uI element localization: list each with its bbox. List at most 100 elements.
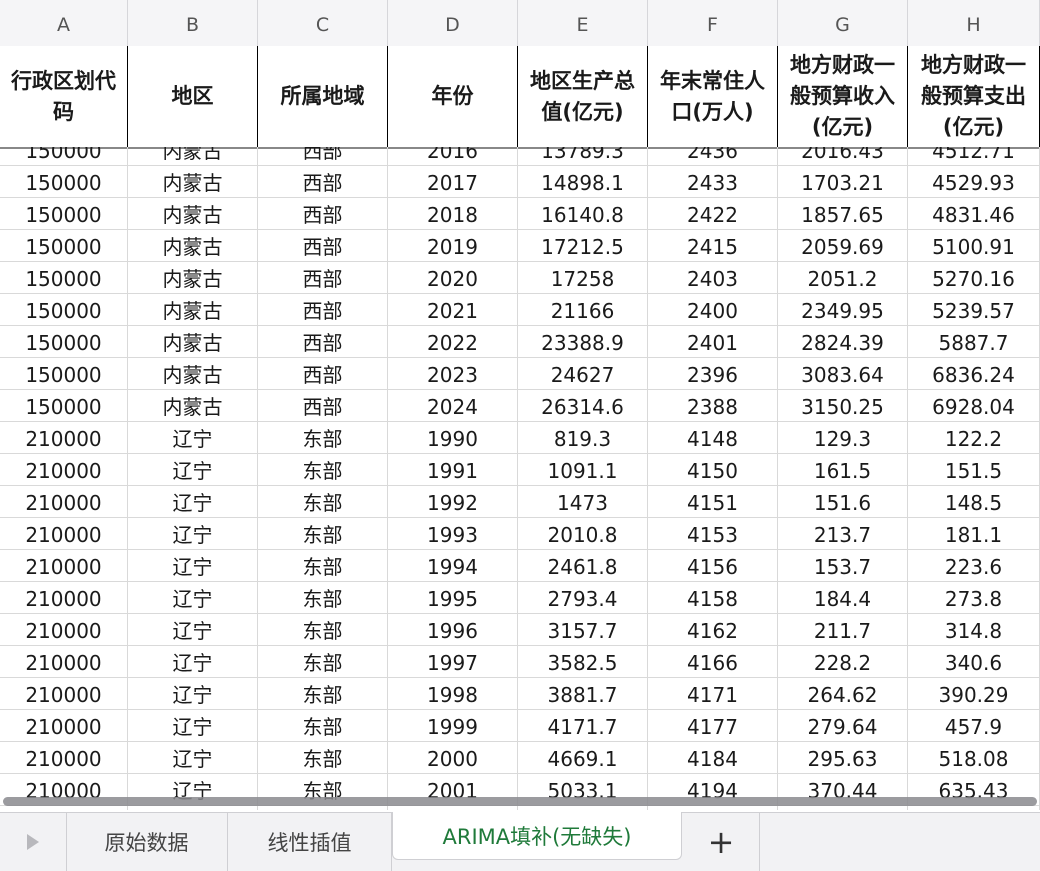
table-cell[interactable]: 4150 — [648, 454, 778, 486]
table-cell[interactable]: 273.8 — [908, 582, 1040, 614]
table-cell[interactable]: 4184 — [648, 742, 778, 774]
column-letter[interactable]: A — [0, 0, 128, 46]
table-cell[interactable]: 210000 — [0, 486, 128, 518]
table-cell[interactable]: 17212.5 — [518, 230, 648, 262]
table-cell[interactable]: 26314.6 — [518, 390, 648, 422]
table-cell[interactable]: 辽宁 — [128, 678, 258, 710]
table-cell[interactable]: 2349.95 — [778, 294, 908, 326]
table-cell[interactable]: 东部 — [258, 550, 388, 582]
table-cell[interactable]: 东部 — [258, 518, 388, 550]
table-cell[interactable]: 1997 — [388, 646, 518, 678]
table-cell[interactable]: 2433 — [648, 166, 778, 198]
table-cell[interactable]: 西部 — [258, 358, 388, 390]
horizontal-scrollbar[interactable] — [3, 797, 1037, 806]
table-cell[interactable]: 161.5 — [778, 454, 908, 486]
table-cell[interactable]: 辽宁 — [128, 646, 258, 678]
table-cell[interactable]: 2020 — [388, 262, 518, 294]
column-letter[interactable]: G — [778, 0, 908, 46]
table-cell[interactable]: 东部 — [258, 806, 388, 810]
table-cell[interactable]: 1990 — [388, 422, 518, 454]
table-cell[interactable]: 3150.25 — [778, 390, 908, 422]
table-cell[interactable]: 辽宁 — [128, 422, 258, 454]
header-cell[interactable]: 年末常住人 口(万人) — [648, 46, 778, 147]
table-cell[interactable]: 内蒙古 — [128, 294, 258, 326]
header-cell[interactable]: 行政区划代 码 — [0, 46, 128, 147]
table-cell[interactable]: 5887.7 — [908, 326, 1040, 358]
table-cell[interactable]: 辽宁 — [128, 614, 258, 646]
table-cell[interactable]: 4669.1 — [518, 742, 648, 774]
table-cell[interactable]: 2000 — [388, 742, 518, 774]
table-cell[interactable]: 4151 — [648, 486, 778, 518]
table-cell[interactable]: 辽宁 — [128, 518, 258, 550]
table-cell[interactable]: 390.29 — [908, 678, 1040, 710]
sheet-tab-linear-interpolation[interactable]: 线性插值 — [228, 813, 392, 871]
table-cell[interactable]: 2017 — [388, 166, 518, 198]
table-cell[interactable]: 4171 — [648, 678, 778, 710]
table-cell[interactable]: 340.6 — [908, 646, 1040, 678]
table-cell[interactable]: 213.7 — [778, 518, 908, 550]
header-cell[interactable]: 地区 — [128, 46, 258, 147]
table-cell[interactable]: 2422 — [648, 198, 778, 230]
table-cell[interactable]: 西部 — [258, 262, 388, 294]
table-cell[interactable]: 4831.46 — [908, 198, 1040, 230]
table-cell[interactable]: 1999 — [388, 710, 518, 742]
table-cell[interactable]: 内蒙古 — [128, 147, 258, 166]
column-letter[interactable]: E — [518, 0, 648, 46]
table-cell[interactable]: 东部 — [258, 454, 388, 486]
table-cell[interactable]: 14898.1 — [518, 166, 648, 198]
table-cell[interactable]: 内蒙古 — [128, 230, 258, 262]
table-cell[interactable]: 2793.4 — [518, 582, 648, 614]
table-cell[interactable]: 819.3 — [518, 422, 648, 454]
table-cell[interactable] — [908, 806, 1040, 810]
sheet-nav-play-icon[interactable] — [0, 813, 67, 871]
table-cell[interactable]: 2396 — [648, 358, 778, 390]
table-cell[interactable]: 西部 — [258, 294, 388, 326]
column-letter[interactable]: C — [258, 0, 388, 46]
table-cell[interactable]: 2016 — [388, 147, 518, 166]
column-letter[interactable]: H — [908, 0, 1040, 46]
table-cell[interactable]: 西部 — [258, 198, 388, 230]
table-cell[interactable]: 1091.1 — [518, 454, 648, 486]
table-cell[interactable]: 辽宁 — [128, 550, 258, 582]
table-cell[interactable]: 西部 — [258, 326, 388, 358]
table-cell[interactable] — [648, 806, 778, 810]
table-cell[interactable]: 2436 — [648, 147, 778, 166]
table-cell[interactable]: 210000 — [0, 582, 128, 614]
table-cell[interactable]: 3582.5 — [518, 646, 648, 678]
table-cell[interactable]: 东部 — [258, 646, 388, 678]
table-cell[interactable]: 2023 — [388, 358, 518, 390]
table-cell[interactable]: 3157.7 — [518, 614, 648, 646]
table-cell[interactable]: 6928.04 — [908, 390, 1040, 422]
table-cell[interactable]: 1473 — [518, 486, 648, 518]
table-cell[interactable]: 210000 — [0, 646, 128, 678]
table-cell[interactable]: 2019 — [388, 230, 518, 262]
table-cell[interactable]: 2016.43 — [778, 147, 908, 166]
table-cell[interactable]: 21166 — [518, 294, 648, 326]
table-cell[interactable]: 西部 — [258, 230, 388, 262]
table-cell[interactable]: 210000 — [0, 678, 128, 710]
table-cell[interactable]: 内蒙古 — [128, 326, 258, 358]
table-cell[interactable] — [778, 806, 908, 810]
table-cell[interactable]: 210000 — [0, 710, 128, 742]
table-cell[interactable]: 2018 — [388, 198, 518, 230]
table-cell[interactable]: 150000 — [0, 166, 128, 198]
table-cell[interactable]: 内蒙古 — [128, 358, 258, 390]
table-cell[interactable]: 150000 — [0, 262, 128, 294]
table-cell[interactable]: 1857.65 — [778, 198, 908, 230]
table-cell[interactable]: 314.8 — [908, 614, 1040, 646]
table-cell[interactable]: 5270.16 — [908, 262, 1040, 294]
table-cell[interactable]: 150000 — [0, 358, 128, 390]
table-cell[interactable]: 辽宁 — [128, 710, 258, 742]
table-cell[interactable]: 211.7 — [778, 614, 908, 646]
table-cell[interactable]: 辽宁 — [128, 806, 258, 810]
table-cell[interactable]: 279.64 — [778, 710, 908, 742]
table-cell[interactable]: 辽宁 — [128, 582, 258, 614]
table-cell[interactable]: 4156 — [648, 550, 778, 582]
table-cell[interactable]: 4153 — [648, 518, 778, 550]
table-cell[interactable]: 210000 — [0, 614, 128, 646]
table-cell[interactable]: 内蒙古 — [128, 198, 258, 230]
table-cell[interactable]: 295.63 — [778, 742, 908, 774]
table-cell[interactable]: 内蒙古 — [128, 262, 258, 294]
header-cell[interactable]: 地方财政一 般预算支出 (亿元) — [908, 46, 1040, 147]
table-cell[interactable]: 4512.71 — [908, 147, 1040, 166]
